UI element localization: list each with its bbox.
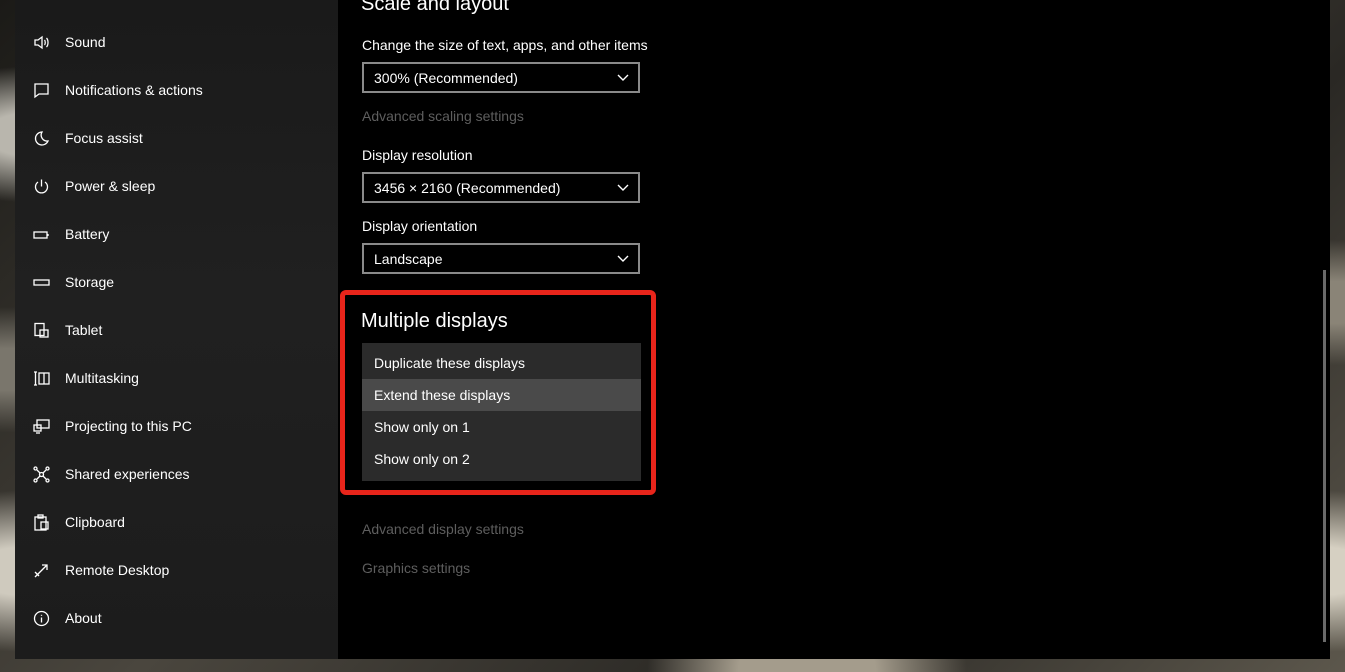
menu-item-show-only-1[interactable]: Show only on 1 xyxy=(362,411,641,443)
clipboard-icon xyxy=(32,513,50,531)
scale-value: 300% (Recommended) xyxy=(374,69,518,86)
sidebar: Sound Notifications & actions Focus assi… xyxy=(15,0,338,659)
sidebar-item-multitasking[interactable]: Multitasking xyxy=(15,354,338,402)
remote-icon xyxy=(32,561,50,579)
chevron-down-icon xyxy=(617,255,629,263)
menu-item-extend[interactable]: Extend these displays xyxy=(362,379,641,411)
settings-window: Sound Notifications & actions Focus assi… xyxy=(15,0,1330,659)
speaker-icon xyxy=(32,33,50,51)
storage-icon xyxy=(32,273,50,291)
notification-icon xyxy=(32,81,50,99)
scale-dropdown[interactable]: 300% (Recommended) xyxy=(362,62,640,93)
resolution-label: Display resolution xyxy=(362,147,473,163)
sidebar-item-tablet[interactable]: Tablet xyxy=(15,306,338,354)
sidebar-item-battery[interactable]: Battery xyxy=(15,210,338,258)
projecting-icon xyxy=(32,417,50,435)
sidebar-item-label: Tablet xyxy=(65,322,103,338)
sidebar-item-label: Sound xyxy=(65,34,106,50)
sidebar-item-label: Focus assist xyxy=(65,130,143,146)
resolution-value: 3456 × 2160 (Recommended) xyxy=(374,179,561,196)
sidebar-item-label: Notifications & actions xyxy=(65,82,203,98)
sidebar-item-focus-assist[interactable]: Focus assist xyxy=(15,114,338,162)
sidebar-item-label: About xyxy=(65,610,102,626)
orientation-dropdown[interactable]: Landscape xyxy=(362,243,640,274)
resolution-dropdown[interactable]: 3456 × 2160 (Recommended) xyxy=(362,172,640,203)
multitasking-icon xyxy=(32,369,50,387)
sidebar-item-label: Storage xyxy=(65,274,115,290)
sidebar-item-label: Projecting to this PC xyxy=(65,418,192,434)
sidebar-item-clipboard[interactable]: Clipboard xyxy=(15,498,338,546)
battery-icon xyxy=(32,225,50,243)
menu-item-show-only-2[interactable]: Show only on 2 xyxy=(362,443,641,475)
section-title: Scale and layout xyxy=(361,0,509,15)
shared-icon xyxy=(32,465,50,483)
advanced-scaling-link[interactable]: Advanced scaling settings xyxy=(362,108,524,124)
sidebar-item-sound[interactable]: Sound xyxy=(15,18,338,66)
sidebar-item-remote-desktop[interactable]: Remote Desktop xyxy=(15,546,338,594)
sidebar-item-label: Clipboard xyxy=(65,514,125,530)
sidebar-item-label: Battery xyxy=(65,226,110,242)
sidebar-item-label: Remote Desktop xyxy=(65,562,170,578)
power-icon xyxy=(32,177,50,195)
sidebar-item-projecting[interactable]: Projecting to this PC xyxy=(15,402,338,450)
tablet-icon xyxy=(32,321,50,339)
sidebar-item-shared-experiences[interactable]: Shared experiences xyxy=(15,450,338,498)
advanced-display-link[interactable]: Advanced display settings xyxy=(362,521,524,537)
menu-item-duplicate[interactable]: Duplicate these displays xyxy=(362,347,641,379)
graphics-settings-link[interactable]: Graphics settings xyxy=(362,560,470,576)
scrollbar[interactable] xyxy=(1323,270,1326,642)
sidebar-item-label: Shared experiences xyxy=(65,466,190,482)
sidebar-item-power-sleep[interactable]: Power & sleep xyxy=(15,162,338,210)
sidebar-item-label: Multitasking xyxy=(65,370,139,386)
sidebar-item-label: Power & sleep xyxy=(65,178,156,194)
multiple-displays-menu: Duplicate these displays Extend these di… xyxy=(362,343,641,481)
chevron-down-icon xyxy=(617,184,629,192)
sidebar-item-notifications[interactable]: Notifications & actions xyxy=(15,66,338,114)
multiple-displays-title: Multiple displays xyxy=(361,310,508,332)
moon-icon xyxy=(32,129,50,147)
orientation-label: Display orientation xyxy=(362,218,478,234)
scale-label: Change the size of text, apps, and other… xyxy=(362,37,648,53)
chevron-down-icon xyxy=(617,74,629,82)
info-icon xyxy=(32,609,50,627)
sidebar-item-about[interactable]: About xyxy=(15,594,338,642)
orientation-value: Landscape xyxy=(374,250,443,267)
sidebar-item-storage[interactable]: Storage xyxy=(15,258,338,306)
